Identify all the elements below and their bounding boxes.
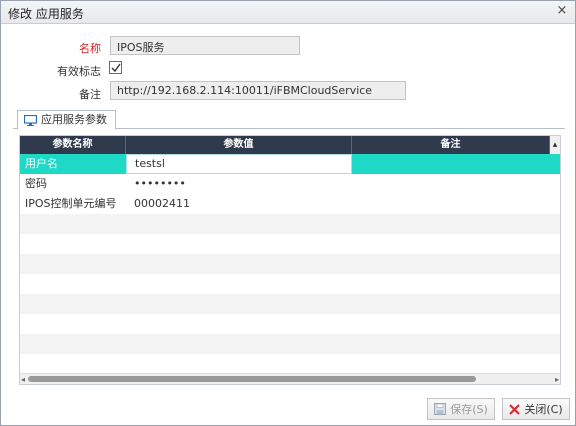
save-button[interactable]: 保存(S): [427, 398, 495, 420]
scrollbar-thumb[interactable]: [28, 376, 476, 382]
save-button-label: 保存(S): [450, 403, 488, 416]
column-header-value[interactable]: 参数值: [126, 136, 352, 154]
table-row[interactable]: 用户名 testsl: [20, 154, 560, 174]
cell-param-note[interactable]: [352, 154, 560, 174]
empty-row: [20, 334, 560, 354]
empty-row: [20, 294, 560, 314]
empty-row: [20, 234, 560, 254]
grid-body: 用户名 testsl 密码 •••••••• IPOS控制单元编号 000024…: [20, 154, 560, 374]
cell-param-value-editor[interactable]: testsl: [126, 154, 352, 174]
monitor-icon: [24, 114, 37, 126]
cell-param-value[interactable]: 00002411: [126, 194, 352, 214]
close-button-label: 关闭(C): [524, 403, 563, 416]
note-field[interactable]: http://192.168.2.114:10011/iFBMCloudServ…: [110, 81, 406, 100]
empty-row: [20, 314, 560, 334]
scroll-left-icon[interactable]: ◂: [21, 374, 25, 384]
dialog-title: 修改 应用服务: [8, 7, 84, 21]
close-button[interactable]: 关闭(C): [502, 398, 570, 420]
scroll-right-icon[interactable]: ▸: [555, 374, 559, 384]
column-header-name[interactable]: 参数名称: [20, 136, 126, 154]
save-icon: [434, 403, 447, 415]
horizontal-scrollbar[interactable]: ◂ ▸: [20, 373, 560, 384]
cell-param-name: 用户名: [25, 157, 58, 170]
tab-app-service-params[interactable]: 应用服务参数: [17, 110, 116, 130]
cell-param-name: 密码: [25, 177, 47, 190]
empty-row: [20, 354, 560, 374]
cell-param-value[interactable]: ••••••••: [126, 174, 352, 194]
title-bar[interactable]: 修改 应用服务 ×: [1, 1, 575, 24]
name-field[interactable]: IPOS服务: [110, 36, 300, 55]
cell-param-name: IPOS控制单元编号: [25, 197, 117, 210]
empty-row: [20, 274, 560, 294]
grid-header: 参数名称 参数值 备注 ▴: [20, 136, 560, 154]
empty-row: [20, 214, 560, 234]
valid-flag-label: 有效标志: [57, 65, 101, 78]
table-row[interactable]: 密码 ••••••••: [20, 174, 560, 194]
checkmark-icon: [111, 63, 121, 73]
valid-flag-checkbox[interactable]: [109, 61, 122, 74]
empty-row: [20, 254, 560, 274]
edit-app-service-dialog: 修改 应用服务 × 名称 IPOS服务 有效标志 备注 http://192.1…: [0, 0, 576, 426]
tab-bar: 应用服务参数: [13, 109, 565, 130]
cell-param-note[interactable]: [352, 194, 560, 214]
close-icon[interactable]: ×: [555, 4, 569, 18]
note-label: 备注: [79, 88, 101, 101]
header-scroll-up-icon[interactable]: ▴: [550, 136, 560, 154]
tab-label: 应用服务参数: [41, 113, 107, 126]
column-header-note[interactable]: 备注: [352, 136, 550, 154]
cell-param-note[interactable]: [352, 174, 560, 194]
table-row[interactable]: IPOS控制单元编号 00002411: [20, 194, 560, 214]
params-grid: 参数名称 参数值 备注 ▴ 用户名 testsl 密码 •••••••• IPO…: [19, 135, 561, 385]
close-x-icon: [509, 403, 521, 415]
name-label: 名称: [79, 42, 101, 55]
